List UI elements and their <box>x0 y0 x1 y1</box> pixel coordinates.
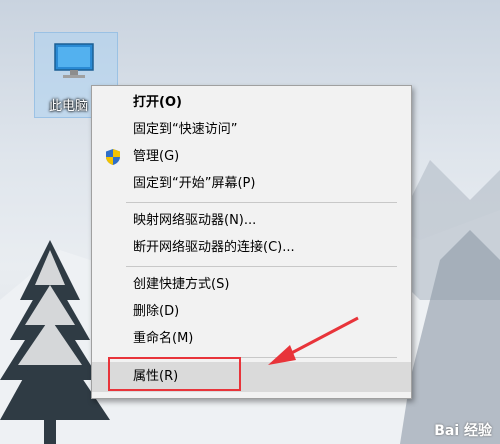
watermark: Bai 经验 <box>434 423 492 439</box>
pointer-arrow <box>268 316 359 365</box>
